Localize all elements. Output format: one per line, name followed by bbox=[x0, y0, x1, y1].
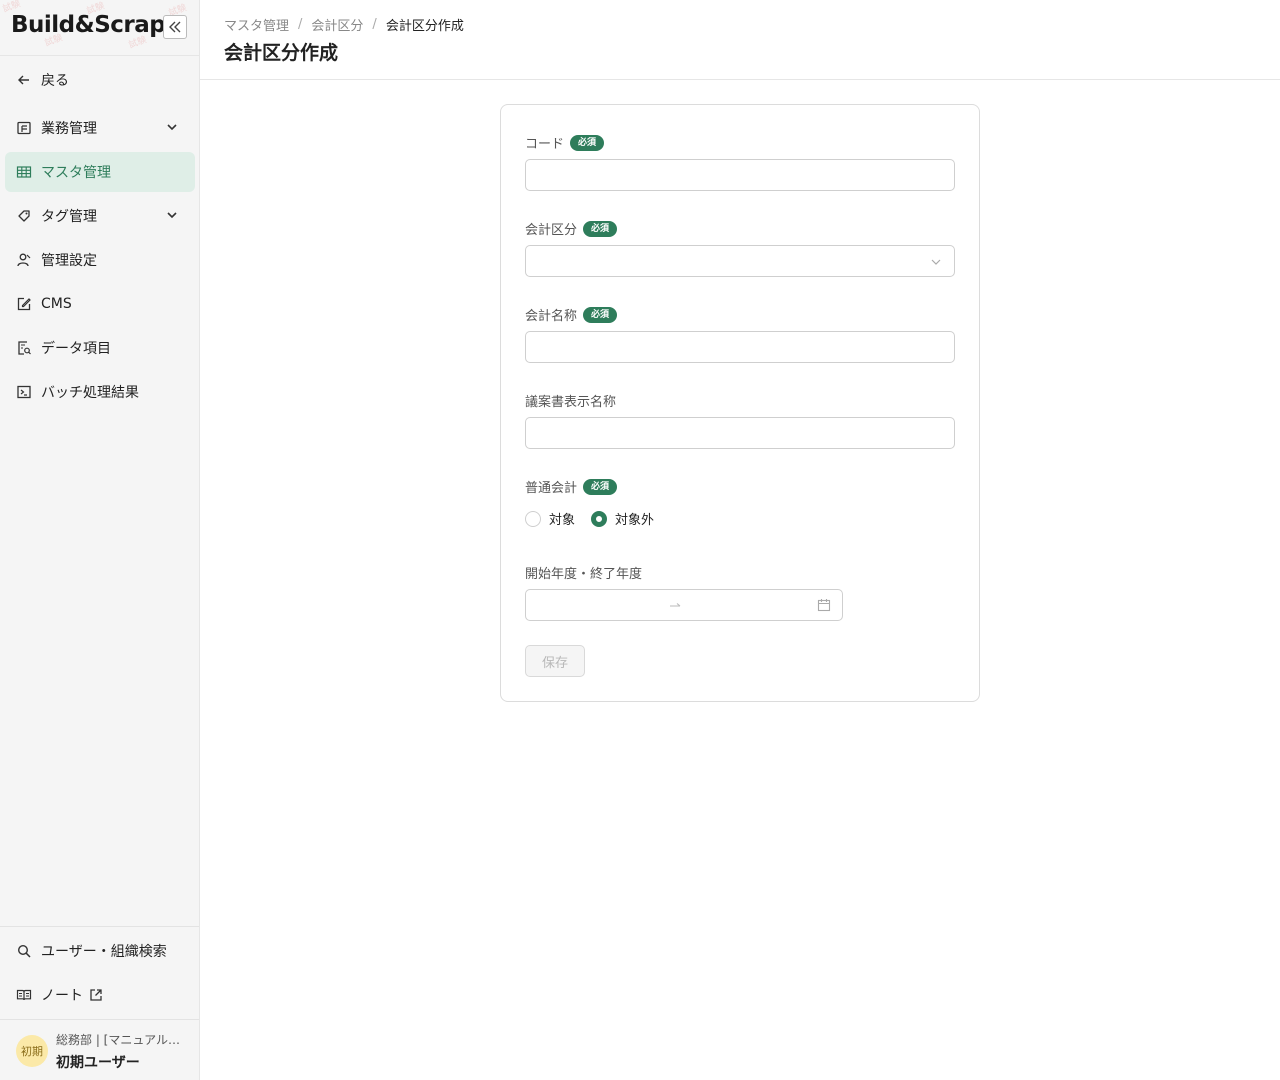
sidebar-item-label: データ項目 bbox=[41, 341, 111, 357]
required-badge: 必須 bbox=[570, 134, 605, 151]
required-badge: 必須 bbox=[583, 478, 618, 495]
radio-target[interactable]: 対象 bbox=[525, 509, 575, 528]
sidebar-item-notes[interactable]: ノート bbox=[5, 975, 195, 1015]
page-header: マスタ管理 / 会計区分 / 会計区分作成 会計区分作成 bbox=[200, 0, 1280, 80]
chevron-down-icon bbox=[167, 212, 177, 219]
search-icon bbox=[16, 943, 32, 959]
required-badge: 必須 bbox=[583, 306, 618, 323]
sidebar: 試験 試験 試験 試験 試験 Build&Scrap 戻る 業務管理 マスタ管理… bbox=[0, 0, 200, 1080]
sidebar-item-business[interactable]: 業務管理 bbox=[5, 108, 195, 148]
external-link-icon bbox=[89, 988, 103, 1002]
display-name-label: 議案書表示名称 bbox=[525, 395, 617, 410]
breadcrumb-separator: / bbox=[372, 17, 377, 32]
radio-not-target[interactable]: 対象外 bbox=[591, 509, 654, 528]
code-input[interactable] bbox=[525, 159, 955, 191]
breadcrumb: マスタ管理 / 会計区分 / 会計区分作成 bbox=[224, 15, 464, 34]
sidebar-item-batch-results[interactable]: バッチ処理結果 bbox=[5, 372, 195, 412]
sidebar-item-tags[interactable]: タグ管理 bbox=[5, 196, 195, 236]
breadcrumb-current: 会計区分作成 bbox=[385, 19, 464, 34]
sidebar-item-master[interactable]: マスタ管理 bbox=[5, 152, 195, 192]
double-chevron-left-icon bbox=[169, 21, 181, 33]
tag-icon bbox=[16, 208, 32, 224]
display-name-input[interactable] bbox=[525, 417, 955, 449]
form-card: コード 必須 会計区分 必須 会計名称 必須 議案書表示名称 普通会計 必須 対… bbox=[500, 104, 980, 702]
breadcrumb-item[interactable]: 会計区分 bbox=[311, 15, 363, 34]
user-profile[interactable]: 初期 総務部 | [マニュアル… 初期ユーザー bbox=[16, 1026, 192, 1076]
book-icon bbox=[16, 987, 32, 1003]
arrow-left-icon bbox=[16, 72, 32, 88]
document-search-icon bbox=[16, 340, 32, 356]
sidebar-item-admin-settings[interactable]: 管理設定 bbox=[5, 240, 195, 280]
breadcrumb-separator: / bbox=[298, 17, 303, 32]
arrow-right-icon bbox=[670, 603, 681, 607]
sidebar-item-label: タグ管理 bbox=[41, 209, 97, 225]
account-name-label: 会計名称 必須 bbox=[525, 305, 618, 324]
chevron-down-icon bbox=[931, 259, 941, 265]
user-organization: 総務部 | [マニュアル… bbox=[56, 1032, 180, 1047]
task-board-icon bbox=[16, 120, 32, 136]
sidebar-item-label: CMS bbox=[41, 296, 72, 312]
sidebar-item-label: バッチ処理結果 bbox=[41, 385, 139, 401]
logo-area: 試験 試験 試験 試験 試験 Build&Scrap bbox=[0, 0, 200, 56]
sidebar-item-user-search[interactable]: ユーザー・組織検索 bbox=[5, 931, 195, 971]
breadcrumb-item[interactable]: マスタ管理 bbox=[224, 15, 289, 34]
category-select[interactable] bbox=[525, 245, 955, 277]
back-label: 戻る bbox=[41, 73, 69, 89]
table-grid-icon bbox=[16, 164, 32, 180]
sidebar-item-label: マスタ管理 bbox=[41, 165, 111, 181]
back-link[interactable]: 戻る bbox=[5, 60, 195, 100]
app-logo[interactable]: Build&Scrap bbox=[11, 12, 166, 38]
category-label: 会計区分 必須 bbox=[525, 219, 618, 238]
chevron-down-icon bbox=[167, 124, 177, 131]
account-name-input[interactable] bbox=[525, 331, 955, 363]
edit-icon bbox=[16, 296, 32, 312]
calendar-icon[interactable] bbox=[817, 598, 831, 612]
sidebar-item-label: 管理設定 bbox=[41, 253, 97, 269]
users-icon bbox=[16, 252, 32, 268]
avatar: 初期 bbox=[16, 1035, 48, 1067]
sidebar-item-label: ユーザー・組織検索 bbox=[41, 944, 167, 960]
period-range-picker[interactable] bbox=[525, 589, 843, 621]
divider bbox=[0, 1019, 199, 1020]
terminal-icon bbox=[16, 384, 32, 400]
radio-circle[interactable] bbox=[525, 510, 541, 527]
divider bbox=[0, 926, 199, 927]
collapse-sidebar-button[interactable] bbox=[163, 15, 187, 39]
general-account-label: 普通会計 必須 bbox=[525, 477, 618, 496]
sidebar-item-data-fields[interactable]: データ項目 bbox=[5, 328, 195, 368]
period-label: 開始年度・終了年度 bbox=[525, 567, 643, 582]
sidebar-item-label: ノート bbox=[41, 988, 83, 1004]
code-label: コード 必須 bbox=[525, 133, 605, 152]
required-badge: 必須 bbox=[583, 220, 618, 237]
radio-circle[interactable] bbox=[591, 510, 608, 527]
user-name: 初期ユーザー bbox=[56, 1054, 140, 1071]
sidebar-item-label: 業務管理 bbox=[41, 121, 97, 137]
sidebar-item-cms[interactable]: CMS bbox=[5, 284, 195, 324]
save-button[interactable]: 保存 bbox=[525, 645, 585, 677]
page-title: 会計区分作成 bbox=[224, 42, 339, 64]
general-account-radio-group: 対象 対象外 bbox=[525, 509, 670, 528]
